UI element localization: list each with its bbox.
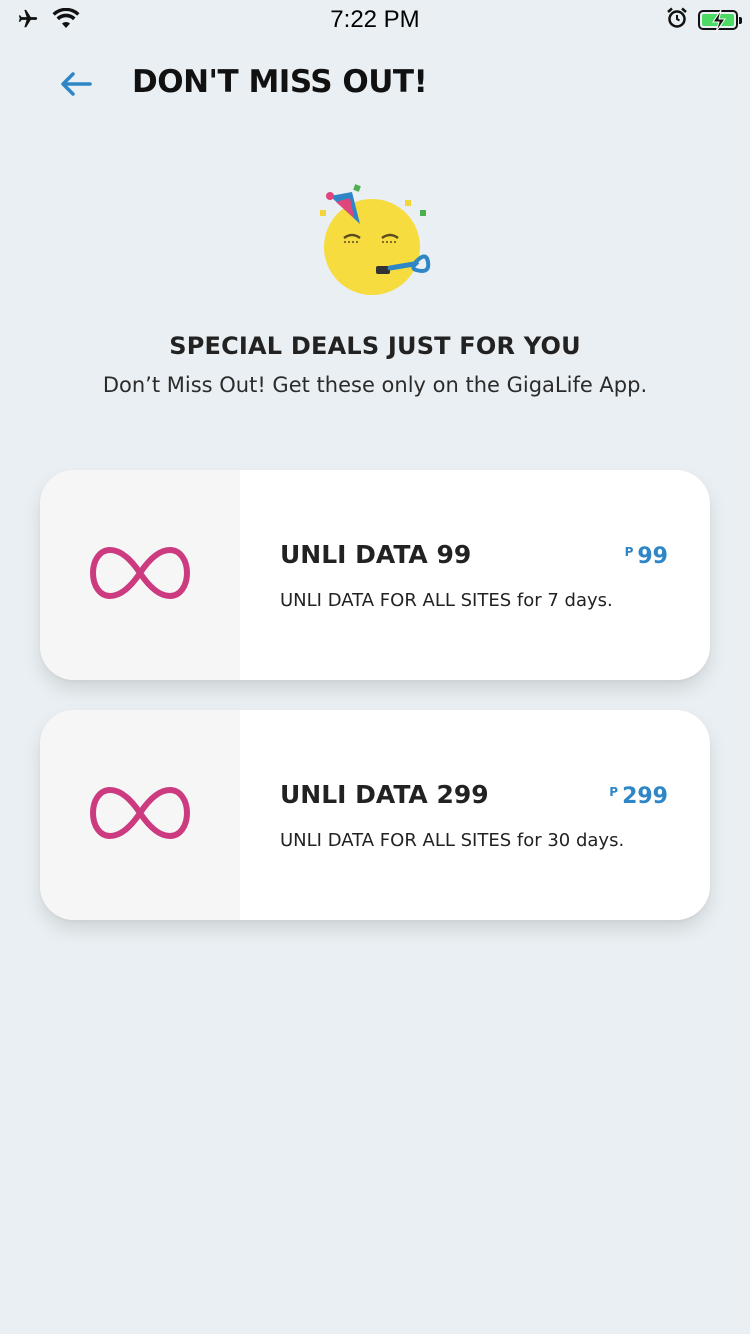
infinity-icon [89,546,191,604]
deal-name: UNLI DATA 299 [280,780,489,809]
deal-price: P 99 [625,544,668,569]
price-currency: P [609,785,619,799]
deal-card[interactable]: UNLI DATA 299 UNLI DATA FOR ALL SITES fo… [40,710,710,920]
hero-title: SPECIAL DEALS JUST FOR YOU [169,332,581,360]
status-time: 7:22 PM [330,6,420,33]
battery-icon [698,9,742,33]
price-currency: P [624,545,634,559]
deal-description: UNLI DATA FOR ALL SITES for 30 days. [280,830,625,851]
back-arrow-icon [60,70,92,102]
infinity-icon [89,786,191,844]
party-face-emoji-icon [310,180,440,310]
header: DON'T MISS OUT! [0,56,750,116]
deal-icon-panel [40,470,240,680]
deal-name: UNLI DATA 99 [280,540,472,569]
deal-price: P 299 [609,784,668,809]
deal-description: UNLI DATA FOR ALL SITES for 7 days. [280,590,613,611]
back-button[interactable] [56,68,96,104]
status-bar: 7:22 PM [0,0,750,40]
status-right [666,7,742,33]
deal-card[interactable]: UNLI DATA 99 UNLI DATA FOR ALL SITES for… [40,470,710,680]
alarm-icon [666,7,688,33]
hero-subtitle: Don’t Miss Out! Get these only on the Gi… [102,373,648,397]
page-title: DON'T MISS OUT! [132,64,428,100]
price-amount: 99 [637,544,668,569]
price-amount: 299 [622,784,668,809]
deal-icon-panel [40,710,240,920]
